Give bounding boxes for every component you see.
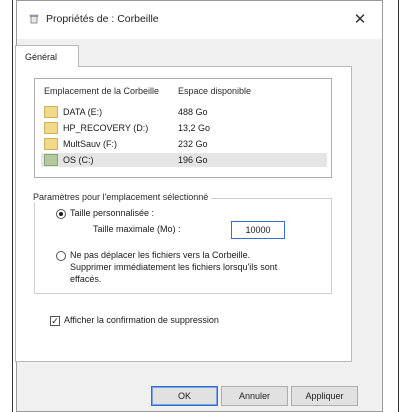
no-recycle-label-line3[interactable]: effacés. — [70, 274, 101, 284]
apply-button[interactable]: Appliquer — [291, 386, 358, 406]
list-item[interactable]: HP_RECOVERY (D:) 13,2 Go — [41, 121, 327, 135]
column-header-space[interactable]: Espace disponible — [178, 86, 251, 96]
list-header: Emplacement de la Corbeille Espace dispo… — [44, 86, 331, 98]
max-size-input[interactable]: 10000 — [231, 221, 285, 239]
right-border-line — [398, 0, 399, 412]
list-item[interactable]: MultSauv (F:) 232 Go — [41, 137, 327, 151]
custom-size-label[interactable]: Taille personnalisée : — [70, 208, 154, 218]
column-header-location[interactable]: Emplacement de la Corbeille — [44, 86, 159, 96]
drive-space: 196 Go — [178, 155, 208, 165]
recycle-bin-location-list[interactable]: Emplacement de la Corbeille Espace dispo… — [34, 78, 332, 178]
custom-size-radio[interactable] — [56, 209, 66, 219]
recycle-bin-icon — [29, 14, 39, 24]
no-recycle-label-line1[interactable]: Ne pas déplacer les fichiers vers la Cor… — [70, 250, 250, 260]
drive-name: OS (C:) — [63, 155, 94, 165]
cancel-button[interactable]: Annuler — [221, 386, 288, 406]
drive-icon — [44, 106, 58, 118]
os-drive-icon — [44, 154, 58, 166]
drive-space: 232 Go — [178, 139, 208, 149]
confirm-delete-checkbox[interactable]: ✓ — [50, 316, 60, 326]
max-size-label: Taille maximale (Mo) : — [93, 224, 181, 234]
tab-general[interactable]: Général — [15, 45, 79, 67]
list-item-selected[interactable]: OS (C:) 196 Go — [41, 153, 327, 167]
drive-space: 488 Go — [178, 107, 208, 117]
list-item[interactable]: DATA (E:) 488 Go — [41, 105, 327, 119]
group-label: Paramètres pour l'emplacement sélectionn… — [30, 192, 212, 202]
drive-name: HP_RECOVERY (D:) — [63, 123, 149, 133]
drive-space: 13,2 Go — [178, 123, 211, 133]
title-bar: Propriétés de : Corbeille ✕ — [17, 1, 382, 39]
window-title: Propriétés de : Corbeille — [46, 13, 159, 25]
drive-icon — [44, 122, 58, 134]
no-recycle-radio[interactable] — [56, 251, 66, 261]
close-button[interactable]: ✕ — [348, 9, 372, 31]
drive-name: MultSauv (F:) — [63, 139, 118, 149]
confirm-delete-label[interactable]: Afficher la confirmation de suppression — [64, 315, 219, 325]
ok-button[interactable]: OK — [151, 386, 218, 406]
drive-icon — [44, 138, 58, 150]
left-border-line — [12, 0, 13, 412]
drive-name: DATA (E:) — [63, 107, 103, 117]
no-recycle-label-line2[interactable]: Supprimer immédiatement les fichiers lor… — [70, 262, 277, 272]
